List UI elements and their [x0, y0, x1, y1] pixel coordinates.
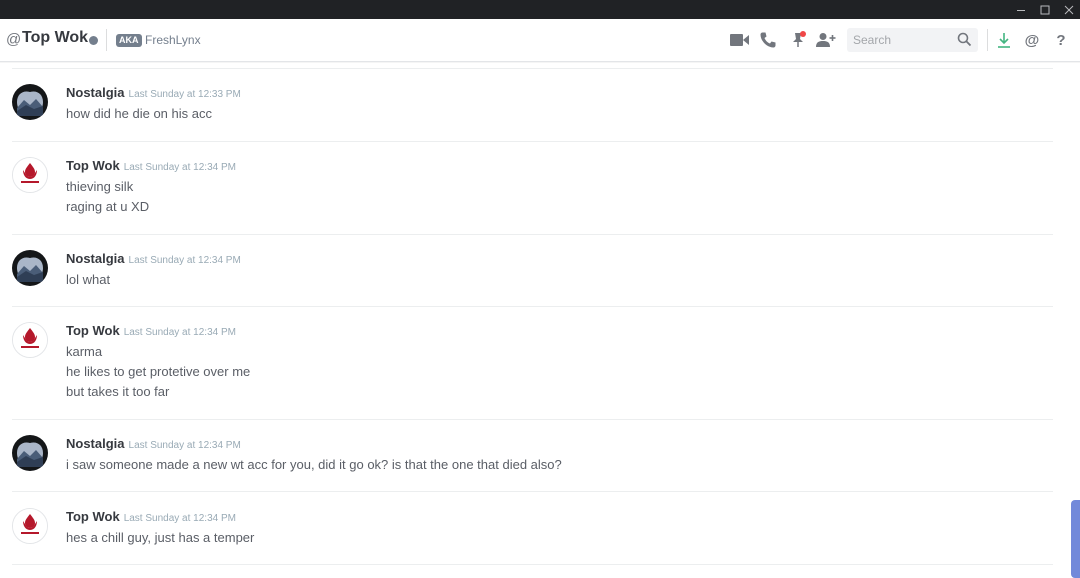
close-icon[interactable]	[1058, 0, 1080, 19]
message-text: he likes to get protetive over me	[66, 364, 251, 379]
message-text: hes a chill guy, just has a temper	[66, 530, 255, 545]
message-list[interactable]: Nostalgia Last Sunday at 12:33 PM how did…	[0, 62, 1064, 578]
avatar[interactable]	[12, 250, 48, 286]
mentions-icon[interactable]: @	[1021, 29, 1043, 51]
window-titlebar	[0, 0, 1080, 19]
voice-call-icon[interactable]	[757, 29, 779, 51]
message-text: how did he die on his acc	[66, 106, 212, 121]
message-divider	[12, 419, 1053, 420]
at-symbol: @	[6, 31, 22, 48]
message-group: Nostalgia Last Sunday at 12:34 PM i saw s…	[0, 435, 1064, 507]
avatar[interactable]	[12, 84, 48, 120]
message-text: thieving silk	[66, 179, 134, 194]
avatar[interactable]	[12, 322, 48, 358]
message-group: Top Wok Last Sunday at 12:34 PM hes a chi…	[0, 508, 1064, 578]
message-text: i saw someone made a new wt acc for you,…	[66, 457, 562, 472]
video-call-icon[interactable]	[729, 29, 751, 51]
download-icon[interactable]	[993, 29, 1015, 51]
message-text: raging at u XD	[66, 199, 150, 214]
header-divider	[987, 29, 988, 51]
message-group: Top Wok Last Sunday at 12:34 PM thieving …	[0, 157, 1064, 247]
message-group: Nostalgia Last Sunday at 12:33 PM how did…	[0, 84, 1064, 164]
header-divider	[106, 29, 107, 51]
message-divider	[12, 564, 1053, 565]
message-timestamp: Last Sunday at 12:34 PM	[123, 327, 236, 338]
pinned-messages-icon[interactable]	[787, 29, 809, 51]
message-author[interactable]: Nostalgia Last Sunday at 12:34 PM	[66, 436, 241, 451]
message-author[interactable]: Nostalgia Last Sunday at 12:33 PM	[66, 85, 241, 100]
message-text: karma	[66, 344, 103, 359]
minimize-icon[interactable]	[1010, 0, 1032, 19]
message-divider	[12, 306, 1053, 307]
message-divider	[12, 234, 1053, 235]
dm-recipient-name[interactable]: Top Wok	[22, 29, 88, 47]
search-icon[interactable]	[957, 32, 972, 52]
aka-badge: AKA	[116, 34, 142, 47]
message-timestamp: Last Sunday at 12:34 PM	[123, 162, 236, 173]
message-timestamp: Last Sunday at 12:34 PM	[123, 513, 236, 524]
avatar[interactable]	[12, 157, 48, 193]
search-input[interactable]	[853, 32, 953, 48]
search-bar[interactable]	[847, 28, 978, 52]
help-icon[interactable]: ?	[1050, 29, 1072, 51]
message-timestamp: Last Sunday at 12:34 PM	[128, 255, 241, 266]
message-author[interactable]: Top Wok Last Sunday at 12:34 PM	[66, 158, 236, 173]
message-group: Nostalgia Last Sunday at 12:34 PM lol wha…	[0, 250, 1064, 322]
message-group: Top Wok Last Sunday at 12:34 PM karma he …	[0, 322, 1064, 432]
message-author[interactable]: Nostalgia Last Sunday at 12:34 PM	[66, 251, 241, 266]
nickname: FreshLynx	[145, 33, 201, 47]
add-friend-icon[interactable]	[815, 29, 837, 51]
message-divider	[12, 141, 1053, 142]
maximize-icon[interactable]	[1034, 0, 1056, 19]
channel-header: @ Top Wok AKA FreshLynx @ ?	[0, 19, 1080, 62]
message-text: but takes it too far	[66, 384, 170, 399]
message-timestamp: Last Sunday at 12:34 PM	[128, 440, 241, 451]
status-indicator	[89, 36, 98, 45]
message-divider	[12, 491, 1053, 492]
message-timestamp: Last Sunday at 12:33 PM	[128, 89, 241, 100]
message-author[interactable]: Top Wok Last Sunday at 12:34 PM	[66, 509, 236, 524]
avatar[interactable]	[12, 508, 48, 544]
avatar[interactable]	[12, 435, 48, 471]
message-divider	[12, 68, 1053, 69]
scrollbar-thumb[interactable]	[1071, 500, 1080, 578]
message-text: lol what	[66, 272, 111, 287]
message-author[interactable]: Top Wok Last Sunday at 12:34 PM	[66, 323, 236, 338]
